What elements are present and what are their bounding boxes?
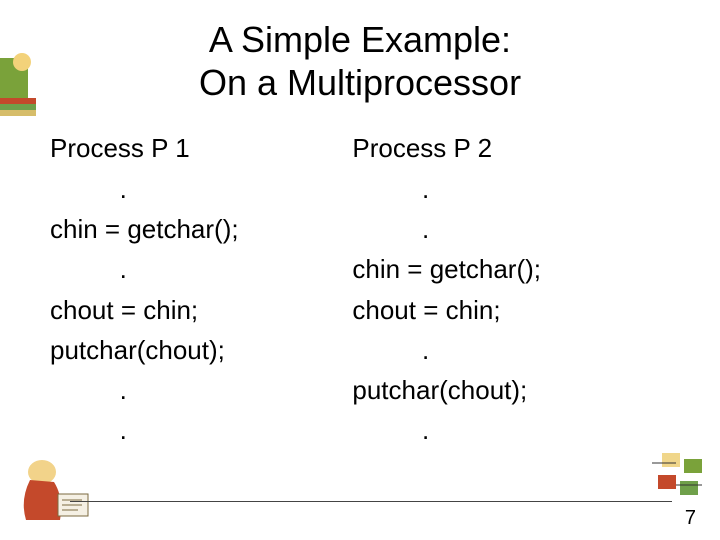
title-line-1: A Simple Example: — [209, 19, 511, 60]
process-p2-column: Process P 2 . . chin = getchar(); chout … — [352, 128, 680, 450]
slide: A Simple Example: On a Multiprocessor Pr… — [0, 0, 720, 540]
divider-line — [70, 501, 672, 502]
p2-line: chout = chin; — [352, 290, 680, 330]
slide-title: A Simple Example: On a Multiprocessor — [40, 18, 680, 104]
p1-header: Process P 1 — [50, 128, 352, 168]
p2-line: . — [352, 330, 680, 370]
p2-line: . — [352, 169, 680, 209]
p2-line: chin = getchar(); — [352, 249, 680, 289]
two-column-layout: Process P 1 . chin = getchar(); . chout … — [40, 128, 680, 450]
p1-line: chin = getchar(); — [50, 209, 352, 249]
decorative-corner-top-left — [0, 48, 58, 126]
title-line-2: On a Multiprocessor — [199, 62, 521, 103]
p1-line: . — [50, 169, 352, 209]
p2-line: . — [352, 410, 680, 450]
p2-line: . — [352, 209, 680, 249]
p1-line: . — [50, 410, 352, 450]
p1-line: . — [50, 370, 352, 410]
p2-line: putchar(chout); — [352, 370, 680, 410]
process-p1-column: Process P 1 . chin = getchar(); . chout … — [50, 128, 352, 450]
p1-line: . — [50, 249, 352, 289]
p2-header: Process P 2 — [352, 128, 680, 168]
p1-line: putchar(chout); — [50, 330, 352, 370]
p1-line: chout = chin; — [50, 290, 352, 330]
page-number: 7 — [685, 507, 696, 530]
decorative-corner-bottom-left — [0, 450, 120, 540]
